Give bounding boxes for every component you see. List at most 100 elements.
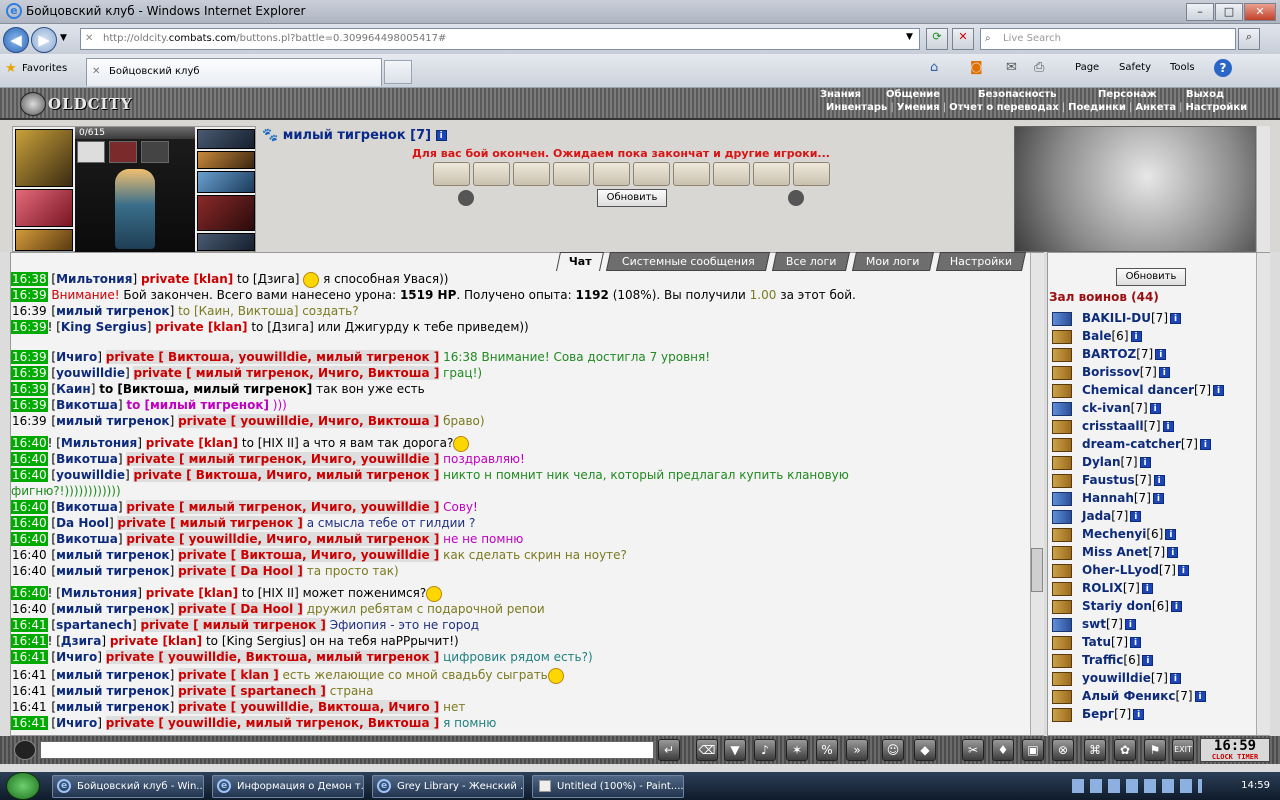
search-go-icon[interactable]: ⌕ [1238, 28, 1260, 50]
info-icon[interactable]: i [1167, 547, 1179, 558]
menu-exit[interactable]: Выход [1186, 89, 1224, 100]
warrior-item[interactable]: Hannah[7] i [1052, 491, 1164, 509]
tab-my-logs[interactable]: Мои логи [851, 252, 935, 271]
warrior-name[interactable]: Mechenyi [1082, 527, 1146, 541]
private-message-icon[interactable] [1052, 419, 1072, 434]
chat-time[interactable]: 16:40 [11, 602, 48, 616]
chat-nick[interactable]: милый тигренок [56, 304, 169, 318]
chat-time[interactable]: 16:40 [11, 564, 48, 578]
private-message-icon[interactable] [1052, 563, 1072, 578]
private-message-icon[interactable] [1052, 437, 1072, 452]
warrior-name[interactable]: Traffic [1082, 653, 1123, 667]
warrior-item[interactable]: BARTOZ[7] i [1052, 347, 1167, 365]
feeds-icon[interactable]: ◙ [970, 60, 983, 75]
chat-nick[interactable]: Викотша [56, 532, 118, 546]
helmet-slot-icon[interactable] [15, 129, 73, 187]
clan-icon[interactable]: ◆ [914, 739, 936, 761]
scroll-slot-icon[interactable] [593, 162, 630, 186]
necklace-slot-icon[interactable] [197, 151, 255, 169]
chat-time[interactable]: 16:41 [11, 668, 48, 682]
chat-nick[interactable]: милый тигренок [56, 684, 169, 698]
private-message-icon[interactable] [1052, 653, 1072, 668]
private-message-icon[interactable] [1052, 707, 1072, 722]
private-message-icon[interactable] [1052, 635, 1072, 650]
chat-nick[interactable]: Мильтония [61, 586, 137, 600]
stop-icon[interactable]: ✕ [952, 28, 974, 50]
tab-all-logs[interactable]: Все логи [771, 252, 851, 271]
info-icon[interactable]: i [1170, 313, 1181, 324]
scroll-slot-icon[interactable] [433, 162, 470, 186]
menu-profile[interactable]: Анкета [1135, 102, 1176, 113]
private-message-icon[interactable] [1052, 473, 1072, 488]
menu-security[interactable]: Безопасность [978, 89, 1057, 100]
menu-settings[interactable]: Настройки [1185, 102, 1247, 113]
chat-nick[interactable]: милый тигренок [56, 414, 169, 428]
tools-icon[interactable]: ✂ [962, 739, 984, 761]
chat-time[interactable]: 16:40 [11, 436, 48, 450]
warrior-item[interactable]: Tatu[7] i [1052, 635, 1142, 653]
search-input[interactable]: ⌕ Live Search [980, 28, 1236, 50]
warrior-item[interactable]: swt[7] i [1052, 617, 1136, 635]
scroll-slot-icon[interactable] [553, 162, 590, 186]
scroll-slot-icon[interactable] [513, 162, 550, 186]
warrior-name[interactable]: Hannah [1082, 491, 1134, 505]
info-icon[interactable]: i [435, 130, 447, 141]
chat-message-input[interactable] [40, 741, 654, 759]
private-message-icon[interactable] [1052, 581, 1072, 596]
tray-icons[interactable] [1072, 779, 1202, 793]
chat-time[interactable]: 16:38 [11, 272, 48, 286]
warrior-name[interactable]: dream-catcher [1082, 437, 1181, 451]
chat-time[interactable]: 16:41 [11, 650, 48, 664]
weapon-slot-icon[interactable] [15, 229, 73, 251]
warrior-item[interactable]: dream-catcher[7] i [1052, 437, 1211, 455]
chat-time[interactable]: 16:39 [11, 304, 48, 318]
warrior-item[interactable]: Jada[7] i [1052, 509, 1142, 527]
mail-icon[interactable]: ✉ [1006, 60, 1017, 75]
address-input[interactable]: ✕ http://oldcity.combats.com/buttons.pl?… [80, 28, 920, 50]
ring-slot-icon[interactable] [141, 141, 169, 163]
tab-chat-settings[interactable]: Настройки [935, 252, 1027, 271]
info-icon[interactable]: i [1130, 331, 1142, 342]
map-icon[interactable]: ⌘ [1084, 739, 1106, 761]
forward-icon[interactable]: ▶ [31, 27, 57, 53]
help-icon[interactable]: ? [1214, 59, 1232, 77]
warrior-item[interactable]: Dylan[7] i [1052, 455, 1151, 473]
menu-duels[interactable]: Поединки [1068, 102, 1126, 113]
warrior-item[interactable]: crisstaall[7] i [1052, 419, 1174, 437]
private-message-icon[interactable] [1052, 599, 1072, 614]
fight-icon[interactable]: ✶ [786, 739, 808, 761]
tab-chat[interactable]: Чат [555, 252, 605, 271]
info-icon[interactable]: i [1177, 565, 1189, 576]
warrior-name[interactable]: Берг [1082, 707, 1114, 721]
warrior-name[interactable]: Miss Anet [1082, 545, 1148, 559]
info-icon[interactable]: i [1170, 601, 1182, 612]
scroll-slot-icon[interactable] [753, 162, 790, 186]
warriors-scrollbar[interactable] [1256, 253, 1270, 735]
menu-transfer-report[interactable]: Отчет о переводах [949, 102, 1059, 113]
chat-nick[interactable]: Мильтония [56, 272, 132, 286]
warrior-name[interactable]: Borissov [1082, 365, 1140, 379]
print-icon[interactable]: ⎙ [1034, 60, 1044, 75]
chat-nick[interactable]: милый тигренок [56, 564, 169, 578]
send-icon[interactable]: ↵ [658, 739, 680, 761]
warrior-item[interactable]: BAKILI-DU[7] i [1052, 311, 1181, 329]
scroll-slot-icon[interactable] [793, 162, 830, 186]
private-message-icon[interactable] [1052, 491, 1072, 506]
chat-nick[interactable]: милый тигренок [56, 548, 169, 562]
scroll-slot-icon[interactable] [633, 162, 670, 186]
chat-time[interactable]: 16:40 [11, 452, 48, 466]
warrior-item[interactable]: Oher-LLyod[7] i [1052, 563, 1189, 581]
warrior-name[interactable]: Dylan [1082, 455, 1121, 469]
chat-time[interactable]: 16:41 [11, 716, 48, 730]
info-icon[interactable]: i [1133, 709, 1145, 720]
top-scrollbar[interactable] [1256, 126, 1270, 252]
info-icon[interactable]: i [1124, 619, 1136, 630]
info-icon[interactable]: i [1169, 673, 1181, 684]
back-icon[interactable]: ◀ [3, 27, 29, 53]
percent-icon[interactable]: % [816, 739, 838, 761]
chat-time[interactable]: 16:39 [11, 414, 48, 428]
exit-icon[interactable]: EXIT [1172, 739, 1194, 761]
info-icon[interactable]: i [1199, 439, 1211, 450]
warrior-item[interactable]: Chemical dancer[7] i [1052, 383, 1225, 401]
home-icon[interactable]: ⌂ [930, 60, 938, 75]
